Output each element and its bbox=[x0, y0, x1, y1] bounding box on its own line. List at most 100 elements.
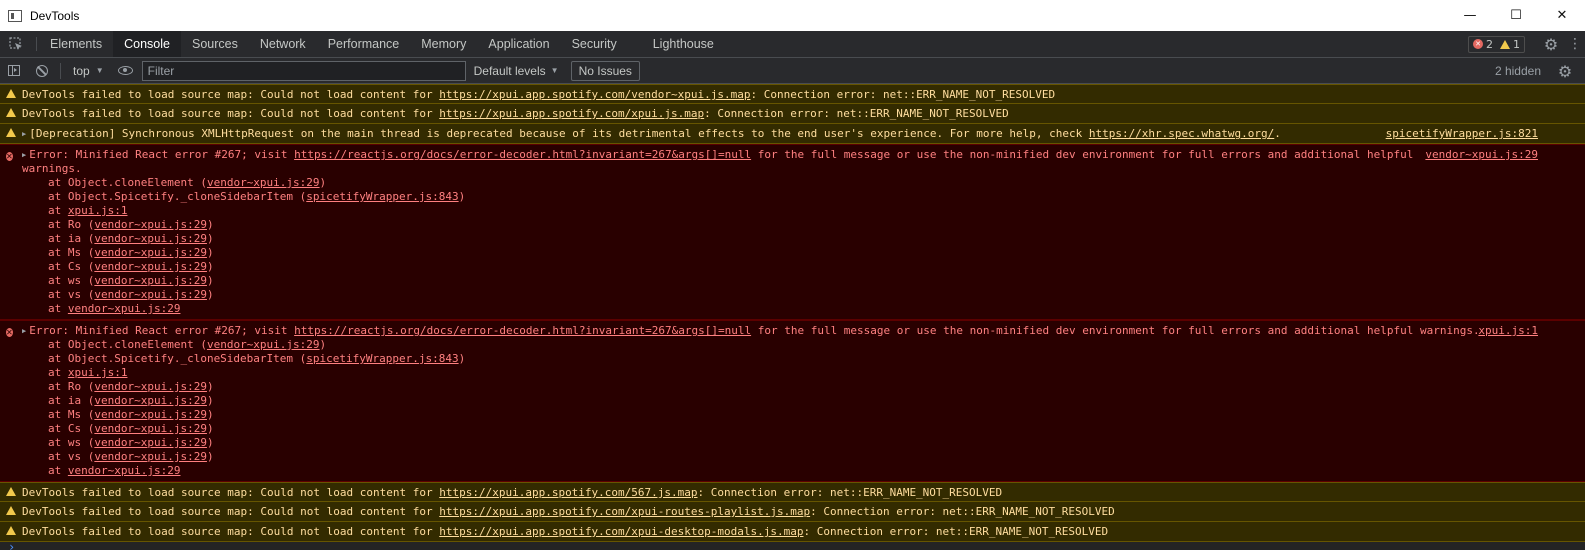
live-expression-button[interactable] bbox=[112, 58, 140, 84]
message-link[interactable]: https://xpui.app.spotify.com/xpui-deskto… bbox=[439, 525, 803, 538]
tab-performance[interactable]: Performance bbox=[317, 31, 411, 57]
stack-link[interactable]: spicetifyWrapper.js:843 bbox=[306, 190, 458, 203]
issues-button[interactable]: No Issues bbox=[570, 60, 640, 81]
message-text: ▶ Error: Minified React error #267; visit… bbox=[22, 148, 1414, 162]
console-warning: DevTools failed to load source map: Coul… bbox=[0, 522, 1585, 542]
warning-triangle-icon bbox=[6, 89, 16, 98]
stack-link[interactable]: xpui.js:1 bbox=[68, 366, 128, 379]
console-prompt-icon[interactable]: › bbox=[8, 540, 15, 550]
gear-icon[interactable]: ⚙ bbox=[1537, 35, 1565, 54]
clear-console-button[interactable] bbox=[28, 58, 56, 84]
app-window-icon bbox=[8, 9, 22, 22]
source-link[interactable]: xpui.js:1 bbox=[1478, 324, 1538, 338]
expand-arrow-icon[interactable]: ▶ bbox=[22, 324, 26, 338]
console-warning: DevTools failed to load source map: Coul… bbox=[0, 84, 1585, 104]
stack-link[interactable]: vendor~xpui.js:29 bbox=[94, 260, 207, 273]
stack-frame: at Ro (vendor~xpui.js:29) bbox=[48, 380, 214, 393]
stack-link[interactable]: vendor~xpui.js:29 bbox=[68, 464, 181, 477]
filter-input[interactable] bbox=[141, 60, 466, 81]
stack-link[interactable]: vendor~xpui.js:29 bbox=[94, 408, 207, 421]
window-controls: — ☐ ✕ bbox=[1447, 0, 1585, 31]
console-settings-gear-icon[interactable]: ⚙ bbox=[1553, 58, 1577, 84]
stack-frame: at Cs (vendor~xpui.js:29) bbox=[48, 422, 214, 435]
devtools-tab-bar: Elements Console Sources Network Perform… bbox=[0, 31, 1585, 58]
message-link[interactable]: https://xhr.spec.whatwg.org/ bbox=[1089, 127, 1274, 140]
expand-arrow-icon[interactable]: ▶ bbox=[22, 148, 26, 162]
stack-link[interactable]: vendor~xpui.js:29 bbox=[94, 422, 207, 435]
stack-link[interactable]: vendor~xpui.js:29 bbox=[68, 302, 181, 315]
stack-link[interactable]: vendor~xpui.js:29 bbox=[94, 274, 207, 287]
stack-link[interactable]: vendor~xpui.js:29 bbox=[94, 246, 207, 259]
tab-security[interactable]: Security bbox=[561, 31, 628, 57]
message-text: ▶ [Deprecation] Synchronous XMLHttpReques… bbox=[22, 127, 1281, 140]
stack-frame: at ws (vendor~xpui.js:29) bbox=[48, 436, 214, 449]
maximize-button[interactable]: ☐ bbox=[1493, 0, 1539, 31]
stack-link[interactable]: vendor~xpui.js:29 bbox=[94, 394, 207, 407]
source-link[interactable]: spicetifyWrapper.js:821 bbox=[1386, 127, 1538, 141]
tab-console[interactable]: Console bbox=[113, 31, 181, 57]
stack-frame: at xpui.js:1 bbox=[48, 366, 128, 379]
console-warning: DevTools failed to load source map: Coul… bbox=[0, 104, 1585, 124]
stack-frame: at ws (vendor~xpui.js:29) bbox=[48, 274, 214, 287]
stack-link[interactable]: xpui.js:1 bbox=[68, 204, 128, 217]
sidebar-toggle-button[interactable] bbox=[0, 58, 28, 84]
stack-link[interactable]: vendor~xpui.js:29 bbox=[207, 338, 320, 351]
message-link[interactable]: https://xpui.app.spotify.com/xpui-routes… bbox=[439, 505, 810, 518]
minimize-button[interactable]: — bbox=[1447, 0, 1493, 31]
expand-arrow-icon[interactable]: ▶ bbox=[22, 127, 26, 141]
stack-frame: at Object.Spicetify._cloneSidebarItem (s… bbox=[48, 190, 466, 203]
error-circle-icon: ✕ bbox=[6, 328, 13, 337]
stack-frame: at Object.Spicetify._cloneSidebarItem (s… bbox=[48, 352, 466, 365]
warning-triangle-icon bbox=[6, 108, 16, 117]
context-selector[interactable]: top ▼ bbox=[65, 64, 112, 78]
error-circle-icon: ✕ bbox=[6, 152, 13, 161]
sidebar-toggle-icon bbox=[8, 65, 20, 76]
message-link[interactable]: https://xpui.app.spotify.com/567.js.map bbox=[439, 486, 697, 499]
eye-icon bbox=[118, 66, 134, 75]
error-count-icon: ✕ bbox=[1473, 39, 1483, 49]
window-title: DevTools bbox=[30, 8, 80, 23]
message-text: DevTools failed to load source map: Coul… bbox=[22, 486, 1003, 499]
tab-memory[interactable]: Memory bbox=[410, 31, 477, 57]
toolbar-divider bbox=[60, 62, 61, 79]
console-error: ✕ ▶ Error: Minified React error #267; vis… bbox=[0, 144, 1585, 320]
stack-link[interactable]: vendor~xpui.js:29 bbox=[94, 232, 207, 245]
message-text: DevTools failed to load source map: Coul… bbox=[22, 107, 1009, 120]
message-link[interactable]: https://reactjs.org/docs/error-decoder.h… bbox=[294, 148, 751, 161]
tab-network[interactable]: Network bbox=[249, 31, 317, 57]
tab-application[interactable]: Application bbox=[477, 31, 560, 57]
log-levels-dropdown[interactable]: Default levels ▼ bbox=[474, 64, 559, 78]
stack-frame: at xpui.js:1 bbox=[48, 204, 128, 217]
stack-link[interactable]: vendor~xpui.js:29 bbox=[94, 436, 207, 449]
hidden-messages-count: 2 hidden bbox=[1494, 64, 1541, 78]
stack-frame: at Object.cloneElement (vendor~xpui.js:2… bbox=[48, 338, 327, 351]
close-button[interactable]: ✕ bbox=[1539, 0, 1585, 31]
warning-triangle-icon bbox=[6, 487, 16, 496]
stack-link[interactable]: vendor~xpui.js:29 bbox=[207, 176, 320, 189]
message-link[interactable]: https://xpui.app.spotify.com/vendor~xpui… bbox=[439, 88, 750, 101]
kebab-menu-icon[interactable]: ⋮ bbox=[1565, 36, 1585, 52]
message-link[interactable]: https://xpui.app.spotify.com/xpui.js.map bbox=[439, 107, 704, 120]
stack-frame: at Ro (vendor~xpui.js:29) bbox=[48, 218, 214, 231]
console-toolbar: top ▼ Default levels ▼ No Issues 2 hidde… bbox=[0, 58, 1585, 84]
console-warning: DevTools failed to load source map: Coul… bbox=[0, 502, 1585, 522]
stack-link[interactable]: vendor~xpui.js:29 bbox=[94, 380, 207, 393]
tab-elements[interactable]: Elements bbox=[39, 31, 113, 57]
message-text: DevTools failed to load source map: Coul… bbox=[22, 505, 1115, 518]
inspect-element-icon[interactable] bbox=[0, 31, 32, 57]
source-link[interactable]: vendor~xpui.js:29 bbox=[1425, 148, 1538, 162]
log-levels-label: Default levels bbox=[473, 63, 546, 78]
warning-count-icon bbox=[1500, 39, 1510, 49]
stack-frame: at Object.cloneElement (vendor~xpui.js:2… bbox=[48, 176, 327, 189]
message-link[interactable]: https://reactjs.org/docs/error-decoder.h… bbox=[294, 324, 751, 337]
issue-counter[interactable]: ✕ 2 1 bbox=[1468, 35, 1525, 53]
tab-sources[interactable]: Sources bbox=[181, 31, 249, 57]
stack-frame: at Ms (vendor~xpui.js:29) bbox=[48, 246, 214, 259]
tab-lighthouse[interactable]: Lighthouse bbox=[642, 31, 725, 57]
stack-frame: at ia (vendor~xpui.js:29) bbox=[48, 232, 214, 245]
stack-link[interactable]: vendor~xpui.js:29 bbox=[94, 450, 207, 463]
stack-link[interactable]: vendor~xpui.js:29 bbox=[94, 218, 207, 231]
stack-link[interactable]: vendor~xpui.js:29 bbox=[94, 288, 207, 301]
stack-link[interactable]: spicetifyWrapper.js:843 bbox=[306, 352, 458, 365]
stack-frame: at Cs (vendor~xpui.js:29) bbox=[48, 260, 214, 273]
